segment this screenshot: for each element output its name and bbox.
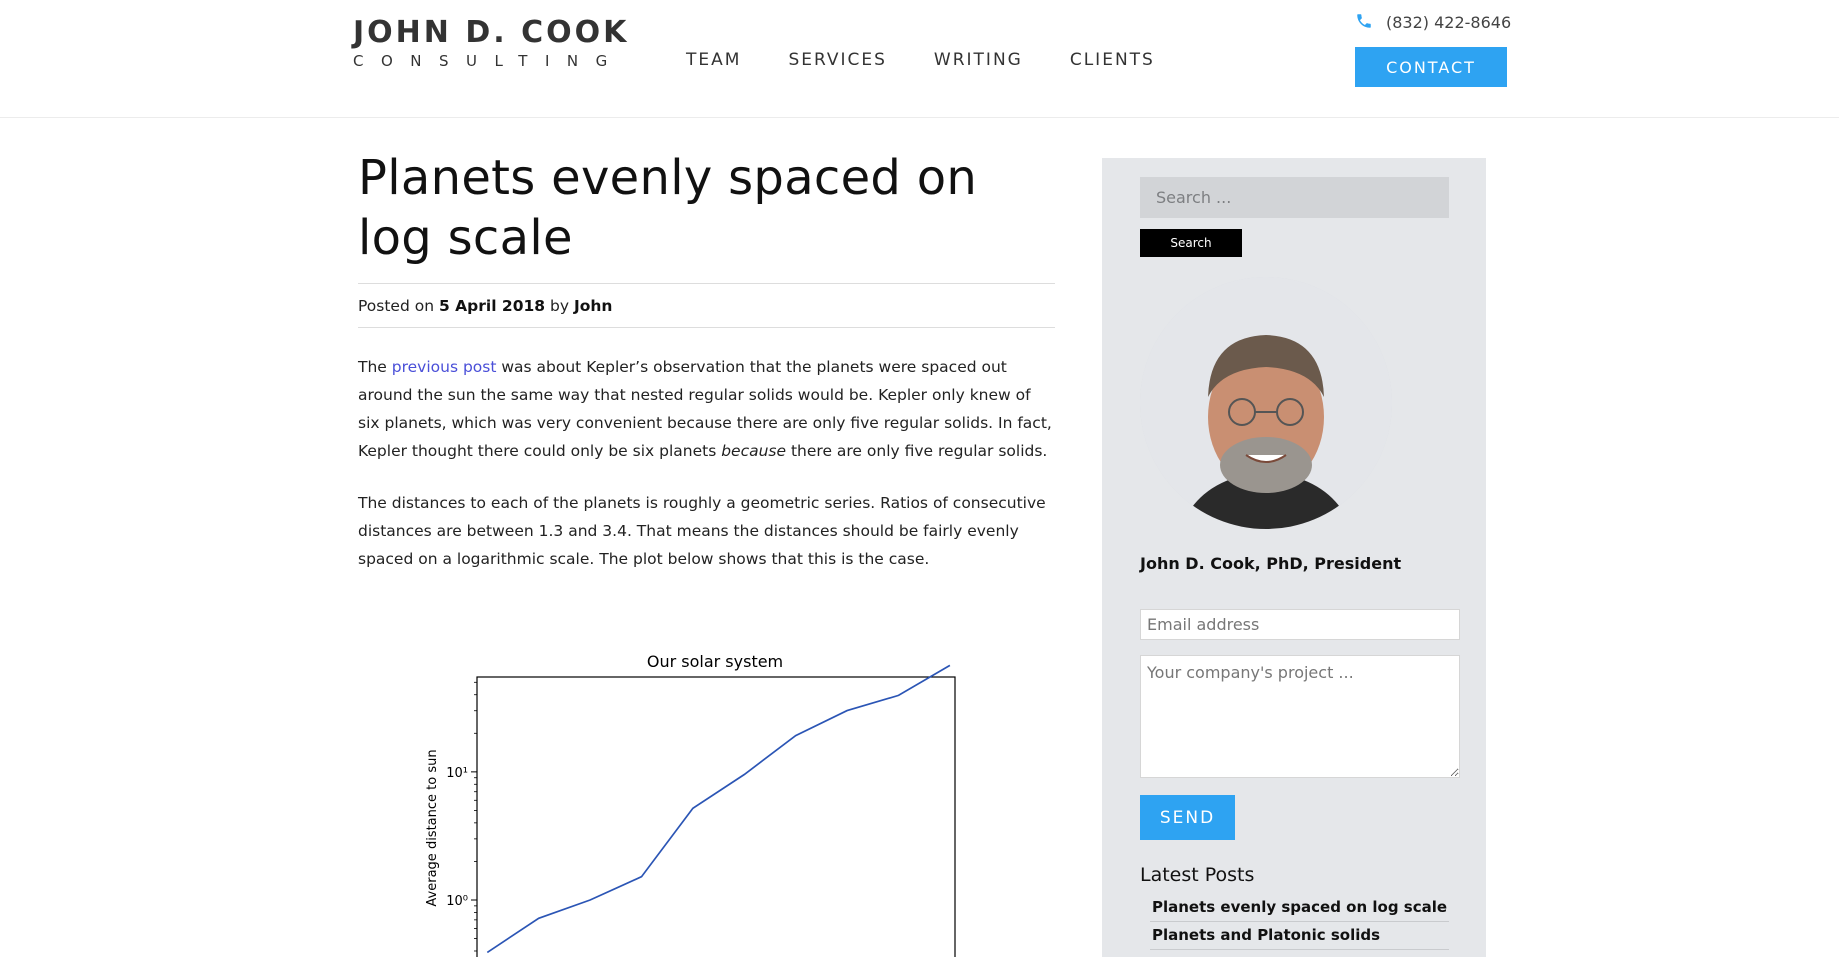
nav-item-team[interactable]: TEAM — [686, 49, 741, 71]
post-content: Planets evenly spaced on log scale Poste… — [358, 148, 1055, 573]
logo-title: JOHN D. COOK — [353, 15, 630, 50]
p1-text-a: The — [358, 358, 392, 376]
solar-system-chart: Our solar system Average distance to sun… — [405, 645, 995, 957]
email-field[interactable] — [1140, 609, 1460, 640]
p1-emphasis: because — [721, 442, 787, 460]
y-tick-label: 10¹ — [446, 766, 468, 781]
main-nav: TEAM SERVICES WRITING CLIENTS — [686, 49, 1202, 71]
logo-subtitle: CONSULTING — [353, 52, 625, 70]
series-line — [486, 664, 951, 954]
bio-name: John D. Cook, PhD, President — [1140, 554, 1402, 573]
paragraph-1: The previous post was about Kepler’s obs… — [358, 353, 1055, 465]
nav-item-clients[interactable]: CLIENTS — [1070, 49, 1155, 71]
y-tick-label: 10⁰ — [446, 894, 468, 909]
search-button[interactable]: Search — [1140, 229, 1242, 257]
sidebar: Search John D. Cook, PhD, President SEND… — [1102, 158, 1486, 957]
y-ticks: 10⁰ 10¹ — [446, 681, 477, 952]
post-date-link[interactable]: 5 April 2018 — [439, 297, 545, 315]
chart-title: Our solar system — [647, 652, 783, 671]
phone-text: (832) 422-8646 — [1386, 12, 1512, 32]
search-input[interactable] — [1140, 177, 1449, 218]
nav-item-services[interactable]: SERVICES — [788, 49, 886, 71]
phone-icon — [1355, 12, 1375, 32]
nav-item-writing[interactable]: WRITING — [934, 49, 1023, 71]
phone-number[interactable]: (832) 422-8646 — [1355, 12, 1511, 32]
send-button[interactable]: SEND — [1140, 795, 1235, 840]
post-meta: Posted on 5 April 2018 by John — [358, 283, 1055, 328]
previous-post-link[interactable]: previous post — [392, 358, 497, 376]
project-field[interactable] — [1140, 655, 1460, 778]
latest-post-link[interactable]: Planets and Platonic solids — [1152, 926, 1380, 944]
meta-by: by — [550, 297, 570, 315]
avatar-portrait-image — [1140, 277, 1392, 529]
contact-button[interactable]: CONTACT — [1355, 47, 1507, 87]
site-header: JOHN D. COOK CONSULTING TEAM SERVICES WR… — [0, 0, 1839, 118]
list-item: Planets evenly spaced on log scale — [1150, 894, 1449, 922]
p1-text-c: there are only five regular solids. — [786, 442, 1048, 460]
chart-svg: Our solar system Average distance to sun… — [425, 652, 956, 957]
paragraph-2: The distances to each of the planets is … — [358, 494, 1046, 568]
list-item: Planets and Platonic solids — [1150, 922, 1449, 950]
post-title: Planets evenly spaced on log scale — [358, 150, 978, 266]
latest-posts-list: Planets evenly spaced on log scale Plane… — [1150, 894, 1449, 950]
site-logo[interactable]: JOHN D. COOK CONSULTING — [353, 14, 629, 69]
latest-posts-heading: Latest Posts — [1140, 864, 1255, 886]
meta-prefix: Posted on — [358, 297, 435, 315]
y-axis-label: Average distance to sun — [425, 749, 440, 906]
avatar — [1140, 277, 1392, 529]
author-link[interactable]: John — [574, 297, 613, 315]
latest-post-link[interactable]: Planets evenly spaced on log scale — [1152, 898, 1447, 916]
